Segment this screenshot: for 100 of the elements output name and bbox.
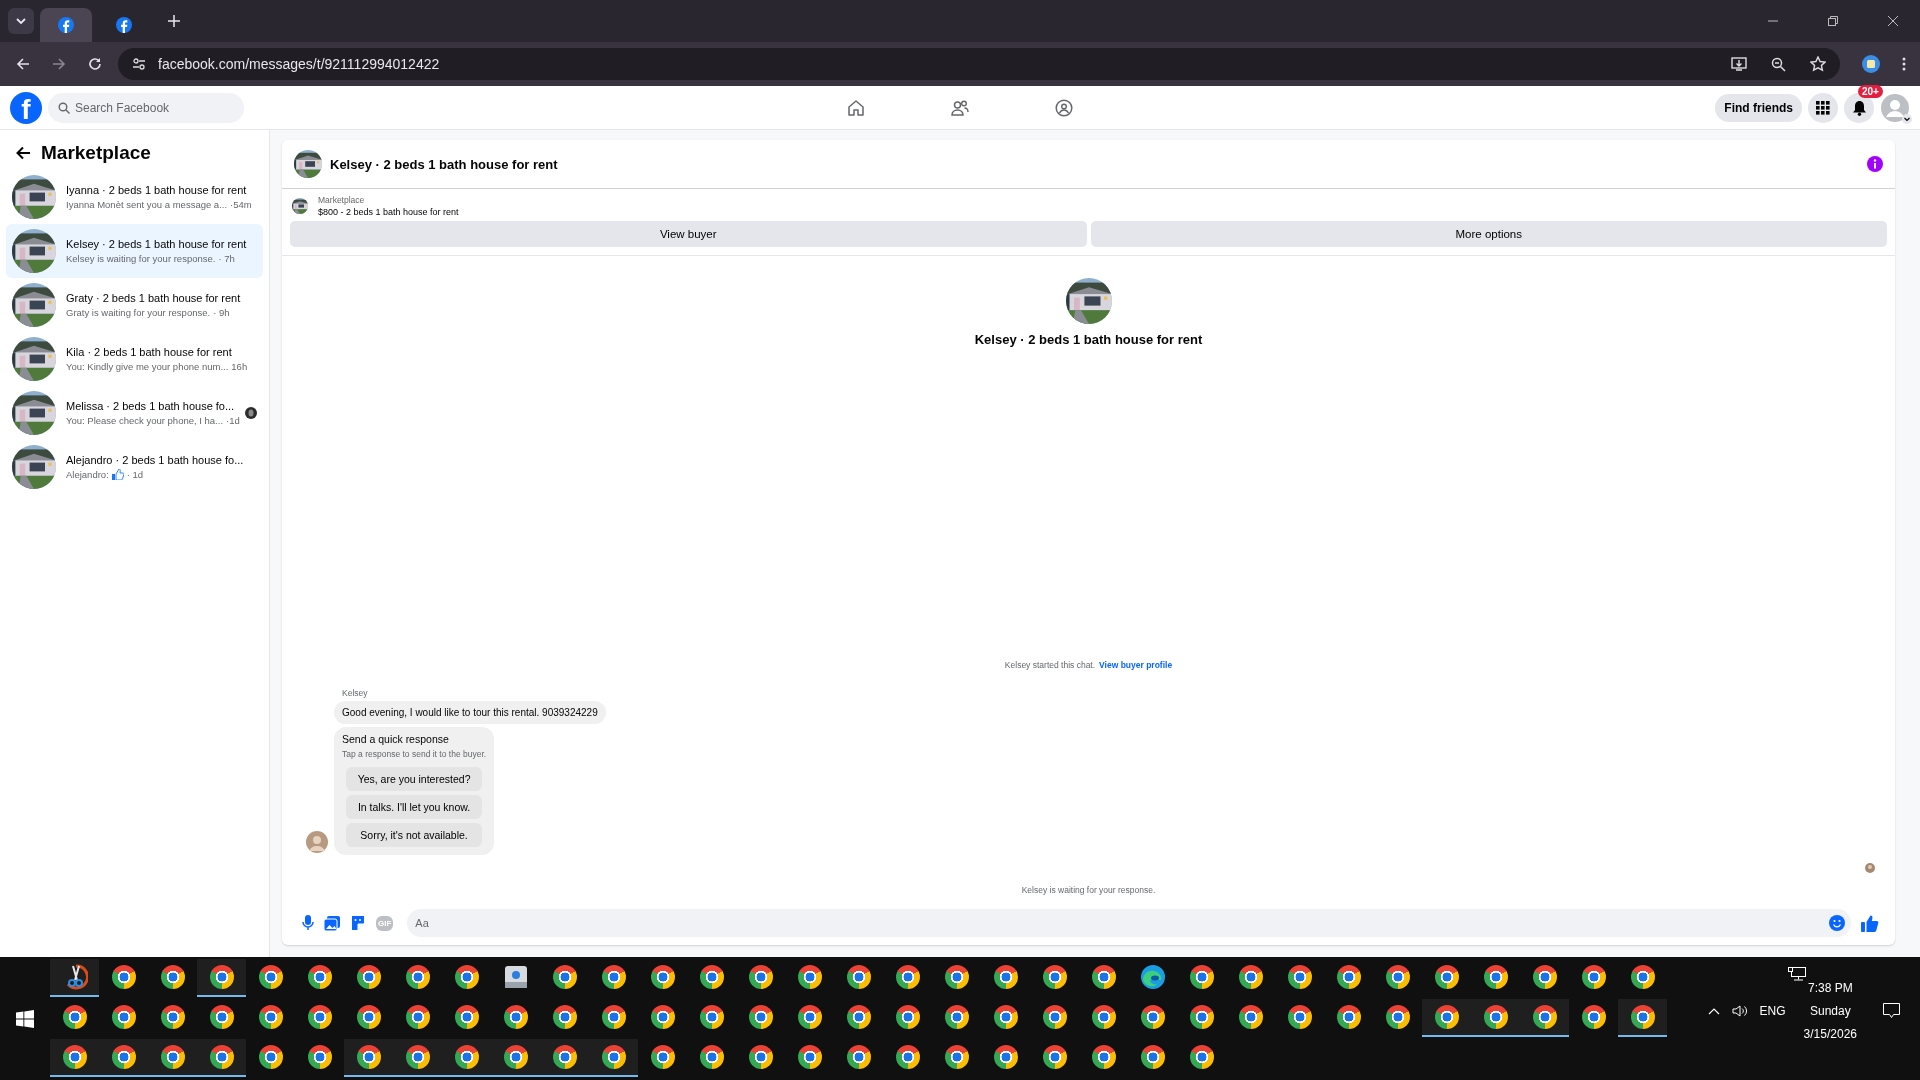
conversation-item[interactable]: Alejandro · 2 beds 1 bath house fo... Alejandro: · 1d [6,440,263,494]
conversation-item[interactable]: Melissa · 2 beds 1 bath house fo... You: Please check your phone, I ha... ·1d [6,386,263,440]
taskbar-app-button[interactable] [50,959,99,997]
close-icon[interactable] [1888,16,1898,26]
restore-icon[interactable] [1828,16,1838,26]
taskbar-app-button[interactable] [1422,999,1471,1037]
quick-response-button[interactable]: Yes, are you interested? [346,767,483,791]
taskbar-app-button[interactable] [589,1039,638,1077]
quick-response-button[interactable]: In talks. I'll let you know. [346,795,483,819]
back-arrow-icon[interactable] [16,146,31,160]
taskbar-app-button[interactable] [197,959,246,997]
more-menu-icon[interactable] [1902,57,1906,71]
groups-icon[interactable] [1055,98,1073,117]
taskbar-app-button[interactable] [344,1039,393,1077]
info-icon[interactable] [1867,156,1883,172]
taskbar-app-button[interactable] [1520,999,1569,1037]
chrome-icon [454,1005,479,1029]
chrome-icon [62,1045,87,1069]
chrome-icon [209,965,234,989]
chrome-icon [797,1045,822,1069]
chrome-icon [1532,1005,1557,1029]
emoji-icon[interactable] [1829,915,1845,931]
home-icon[interactable] [847,98,865,117]
microphone-icon[interactable] [302,915,314,931]
chrome-icon [1483,1005,1508,1029]
chrome-icon [1042,1005,1067,1029]
speaker-icon[interactable] [1731,1004,1748,1018]
message-preview: Alejandro: [66,469,109,480]
conversation-item[interactable]: Graty · 2 beds 1 bath house for rent Graty is waiting for your response. · 9h [6,278,263,332]
chrome-icon [1091,965,1116,989]
sender-name: Kelsey [342,688,368,698]
zoom-icon[interactable] [1771,56,1786,72]
chrome-icon [1434,1005,1459,1029]
chrome-icon [1042,1045,1067,1069]
find-friends-button[interactable]: Find friends [1715,93,1802,122]
tab-list-button[interactable] [8,8,34,34]
chrome-icon [993,1005,1018,1029]
site-settings-icon[interactable] [132,57,146,71]
chrome-icon [1091,1005,1116,1029]
action-button[interactable]: View buyer [290,221,1087,247]
quick-response-button[interactable]: Sorry, it's not available. [346,823,483,847]
address-bar[interactable]: facebook.com/messages/t/921112994012422 [118,48,1840,80]
chrome-icon [160,965,185,989]
forward-icon[interactable] [52,57,66,71]
network-icon[interactable] [1787,967,1806,981]
bookmark-star-icon[interactable] [1810,56,1826,72]
install-app-icon[interactable] [1731,56,1747,72]
notification-center-icon[interactable] [1883,1003,1900,1019]
sticker-icon[interactable] [350,915,366,931]
chrome-icon [552,1045,577,1069]
photo-icon[interactable] [324,915,340,931]
bell-icon [1851,99,1867,116]
new-tab-icon[interactable] [168,15,180,27]
chrome-icon [160,1045,185,1069]
chrome-icon [160,1005,185,1029]
reload-icon[interactable] [88,57,102,71]
message-input-field[interactable]: Aa [407,909,1851,937]
chrome-icon [552,1005,577,1029]
chrome-icon [846,1045,871,1069]
message-preview: Graty is waiting for your response. [66,307,211,318]
chrome-icon [1042,965,1067,989]
taskbar-app-button[interactable] [197,1039,246,1077]
action-button[interactable]: More options [1090,221,1887,247]
browser-tab[interactable] [40,8,92,42]
clock[interactable]: 7:38 PM Sunday 3/15/2026 [1803,981,1857,1041]
conversation-item[interactable]: Kelsey · 2 beds 1 bath house for rent Kelsey is waiting for your response. · 7h [6,224,263,278]
view-buyer-profile-link[interactable]: View buyer profile [1099,660,1173,670]
chrome-icon [699,1005,724,1029]
back-icon[interactable] [16,57,30,71]
listing-label: Marketplace [318,195,366,205]
conversation-item[interactable]: Kila · 2 beds 1 bath house for rent You: Kindly give me your phone num... 16h [6,332,263,386]
chrome-icon [1140,1045,1165,1069]
app-icon [504,966,527,988]
chrome-icon [944,965,969,989]
friends-icon[interactable] [951,98,969,117]
chrome-icon [1238,1005,1263,1029]
facebook-favicon-icon [116,17,132,33]
clock-time: 7:38 PM [1807,981,1853,995]
menu-button[interactable] [1808,92,1838,123]
chrome-icon [895,965,920,989]
message-preview: You: Please check your phone, I ha... [66,415,224,426]
chat-title: Kelsey · 2 beds 1 bath house for rent [330,156,558,172]
chrome-icon [650,1045,675,1069]
chrome-icon [405,965,430,989]
chrome-icon [356,1005,381,1029]
taskbar-app-button[interactable] [1618,999,1667,1037]
extension-icon[interactable] [1862,55,1880,73]
windows-start-icon[interactable] [16,1009,34,1028]
chrome-icon [699,965,724,989]
facebook-logo[interactable]: f [10,91,42,124]
chrome-icon [552,965,577,989]
language-indicator[interactable]: ENG [1759,1004,1786,1018]
chevron-up-icon[interactable] [1707,1007,1720,1015]
profile-avatar-icon [1881,93,1909,122]
message-time: · 1d [126,469,144,480]
taskbar-app-button[interactable] [50,1039,99,1077]
chrome-icon [307,965,332,989]
conversation-item[interactable]: Iyanna · 2 beds 1 bath house for rent Iyanna Monèt sent you a message a... ·54m [6,170,263,224]
thumbs-up-icon[interactable] [1861,914,1879,932]
search-field[interactable]: Search Facebook [48,92,244,123]
